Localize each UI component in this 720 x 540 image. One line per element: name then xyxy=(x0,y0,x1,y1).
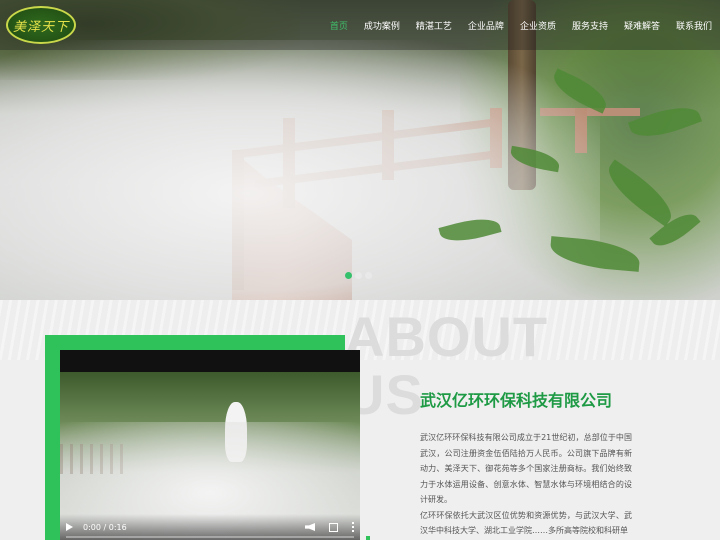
slider-dot-1[interactable] xyxy=(345,272,352,279)
fullscreen-icon[interactable] xyxy=(329,522,338,532)
company-name: 武汉亿环环保科技有限公司 xyxy=(420,391,613,410)
nav-item-faq[interactable]: 疑难解答 xyxy=(616,19,668,32)
description-paragraph-1: 武汉亿环环保科技有限公司成立于21世纪初，总部位于中国武汉，公司注册资金伍佰陆拾… xyxy=(420,433,632,504)
company-description: 武汉亿环环保科技有限公司成立于21世纪初，总部位于中国武汉，公司注册资金伍佰陆拾… xyxy=(420,430,632,539)
nav-menu: 首页 成功案例 精湛工艺 企业品牌 企业资质 服务支持 疑难解答 联系我们 xyxy=(322,0,720,50)
ghost-line-about: ABOUT xyxy=(344,305,549,368)
site-logo[interactable]: 美泽天下 xyxy=(6,6,76,44)
description-paragraph-2: 亿环环保依托大武汉区位优势和资源优势，与武汉大学、武汉华中科技大学、湖北工业学院… xyxy=(420,510,632,536)
nav-item-contact[interactable]: 联系我们 xyxy=(668,19,720,32)
slider-dot-3[interactable] xyxy=(365,272,372,279)
more-options-icon[interactable] xyxy=(352,522,354,532)
nav-item-craft[interactable]: 精湛工艺 xyxy=(408,19,460,32)
slider-dots xyxy=(345,272,372,279)
slider-dot-2[interactable] xyxy=(355,272,362,279)
video-time: 0:00 / 0:16 xyxy=(83,522,127,532)
nav-item-brand[interactable]: 企业品牌 xyxy=(460,19,512,32)
nav-item-qualification[interactable]: 企业资质 xyxy=(512,19,564,32)
volume-icon[interactable] xyxy=(305,523,315,531)
play-icon[interactable] xyxy=(66,523,73,531)
plant-leaves xyxy=(400,68,702,300)
top-navigation: 美泽天下 首页 成功案例 精湛工艺 企业品牌 企业资质 服务支持 疑难解答 联系… xyxy=(0,0,720,50)
video-progress-bar[interactable] xyxy=(66,536,354,538)
nav-item-service[interactable]: 服务支持 xyxy=(564,19,616,32)
accent-marker xyxy=(366,536,370,540)
logo-text: 美泽天下 xyxy=(12,19,69,35)
intro-video-player[interactable]: 0:00 / 0:16 xyxy=(60,350,360,540)
nav-item-cases[interactable]: 成功案例 xyxy=(356,19,408,32)
about-section: ABOUT US 0:00 / 0:16 武汉亿环环保科技有限公司 武汉亿环环保… xyxy=(0,300,720,540)
nav-item-home[interactable]: 首页 xyxy=(322,19,356,32)
